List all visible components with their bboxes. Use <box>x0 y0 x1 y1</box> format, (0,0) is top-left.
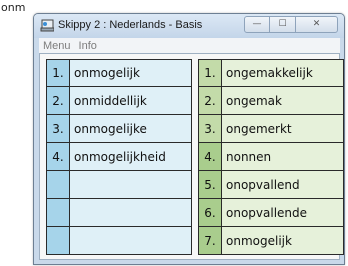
item-word: onopvallende <box>221 199 344 227</box>
menu-item-menu[interactable]: Menu <box>43 40 71 52</box>
list-item[interactable]: 6. onopvallende <box>198 199 344 227</box>
title-bar[interactable]: Skippy 2 : Nederlands - Basis — ☐ ✕ <box>34 14 344 38</box>
item-number: 6. <box>198 199 222 227</box>
suggestion-panel: 1. onmogelijk 2. onmiddellijk 3. onmogel… <box>39 53 344 260</box>
window-title: Skippy 2 : Nederlands - Basis <box>58 19 203 31</box>
left-word-list: 1. onmogelijk 2. onmiddellijk 3. onmogel… <box>46 59 192 255</box>
list-item[interactable]: 2. onmiddellijk <box>46 87 192 115</box>
typed-text: onm <box>1 1 26 14</box>
item-number: 2. <box>46 87 70 115</box>
item-word: onmogelijke <box>69 115 192 143</box>
item-number: 7. <box>198 227 222 255</box>
item-number <box>46 199 70 227</box>
item-number: 3. <box>198 115 222 143</box>
list-item-empty <box>46 227 192 255</box>
list-item[interactable]: 5. onopvallend <box>198 171 344 199</box>
item-word <box>69 171 192 199</box>
maximize-button[interactable]: ☐ <box>270 16 295 33</box>
item-word <box>69 227 192 255</box>
app-icon <box>40 19 54 32</box>
item-word: onmogelijk <box>221 227 344 255</box>
item-number: 1. <box>198 59 222 87</box>
item-number: 5. <box>198 171 222 199</box>
item-word: ongemerkt <box>221 115 344 143</box>
item-word: onmogelijkheid <box>69 143 192 171</box>
minimize-button[interactable]: — <box>244 16 270 33</box>
list-item[interactable]: 2. ongemak <box>198 87 344 115</box>
list-item[interactable]: 3. onmogelijke <box>46 115 192 143</box>
item-word <box>69 199 192 227</box>
list-item[interactable]: 7. onmogelijk <box>198 227 344 255</box>
close-button[interactable]: ✕ <box>295 16 338 33</box>
item-number: 4. <box>198 143 222 171</box>
caption-buttons: — ☐ ✕ <box>244 16 338 33</box>
item-number: 2. <box>198 87 222 115</box>
list-item[interactable]: 4. onmogelijkheid <box>46 143 192 171</box>
right-word-list: 1. ongemakkelijk 2. ongemak 3. ongemerkt… <box>198 59 344 255</box>
skippy-window: Skippy 2 : Nederlands - Basis — ☐ ✕ Menu… <box>33 13 345 265</box>
item-number <box>46 171 70 199</box>
item-word: nonnen <box>221 143 344 171</box>
item-number <box>46 227 70 255</box>
list-item[interactable]: 3. ongemerkt <box>198 115 344 143</box>
maximize-icon: ☐ <box>278 19 287 29</box>
item-word: ongemak <box>221 87 344 115</box>
list-item-empty <box>46 171 192 199</box>
item-word: onopvallend <box>221 171 344 199</box>
menu-bar: Menu Info <box>39 38 340 53</box>
item-number: 4. <box>46 143 70 171</box>
list-item-empty <box>46 199 192 227</box>
item-word: onmogelijk <box>69 59 192 87</box>
list-item[interactable]: 4. nonnen <box>198 143 344 171</box>
minimize-icon: — <box>252 19 262 29</box>
list-item[interactable]: 1. onmogelijk <box>46 59 192 87</box>
item-word: onmiddellijk <box>69 87 192 115</box>
item-number: 1. <box>46 59 70 87</box>
item-word: ongemakkelijk <box>221 59 344 87</box>
menu-item-info[interactable]: Info <box>79 40 97 52</box>
close-icon: ✕ <box>312 19 321 29</box>
item-number: 3. <box>46 115 70 143</box>
list-item[interactable]: 1. ongemakkelijk <box>198 59 344 87</box>
